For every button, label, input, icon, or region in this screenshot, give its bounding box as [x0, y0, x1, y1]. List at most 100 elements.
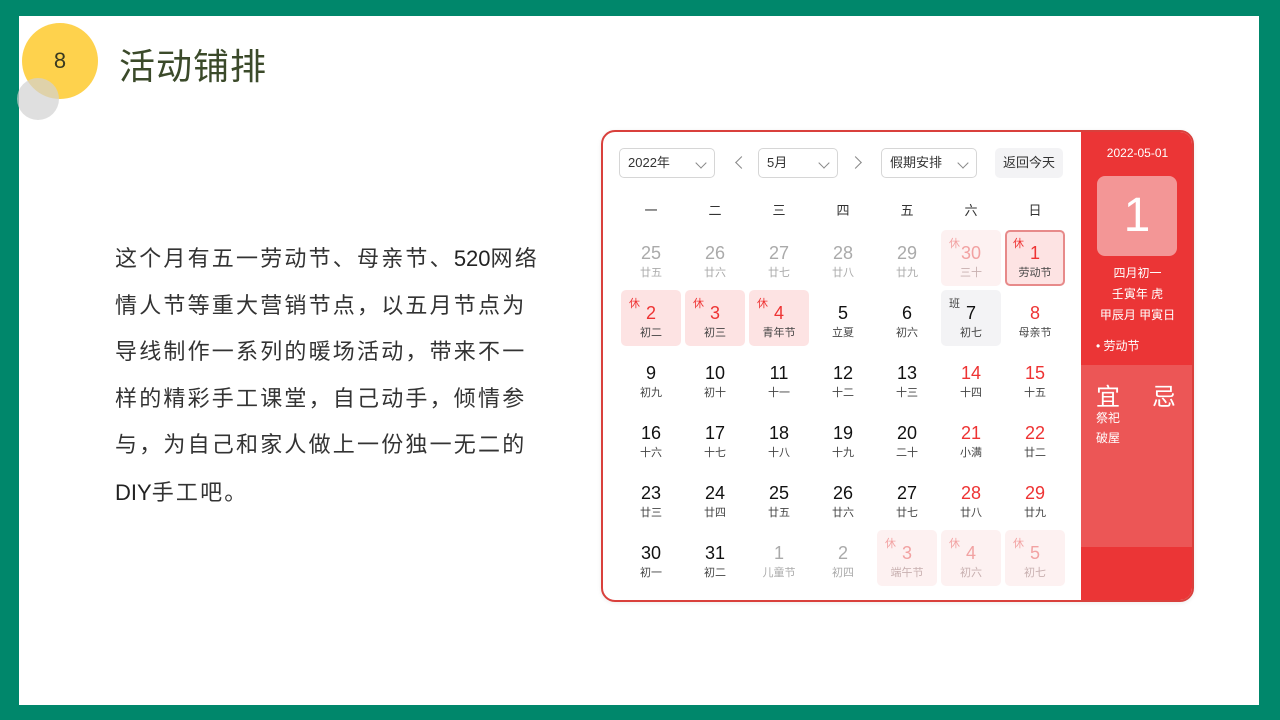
- weekday-label: 六: [964, 203, 978, 218]
- description-paragraph: 这个月有五一劳动节、母亲节、520网络情人节等重大营销节点，以五月节点为导线制作…: [115, 236, 545, 517]
- calendar-day-cell[interactable]: 26 廿六: [813, 470, 873, 526]
- calendar-day-cell[interactable]: 17 十七: [685, 410, 745, 466]
- lunar-day-label: 初一: [640, 567, 662, 579]
- calendar-day-cell[interactable]: 29 廿九: [877, 230, 937, 286]
- month-select[interactable]: 5月: [758, 148, 838, 178]
- calendar-day-cell[interactable]: 休 4 初六: [941, 530, 1001, 586]
- calendar-day-cell[interactable]: 休 2 初二: [621, 290, 681, 346]
- lunar-day-label: 立夏: [832, 327, 854, 339]
- calendar-day-cell[interactable]: 26 廿六: [685, 230, 745, 286]
- day-number: 1: [773, 543, 784, 563]
- day-number: 27: [896, 483, 918, 503]
- lunar-day-label: 三十: [960, 267, 982, 279]
- calendar-day-cell[interactable]: 27 廿七: [877, 470, 937, 526]
- lunar-day-label: 十八: [768, 447, 790, 459]
- holiday-rest-tag: 休: [1013, 238, 1024, 250]
- calendar-day-cell[interactable]: 6 初六: [877, 290, 937, 346]
- calendar-day-cell[interactable]: 2 初四: [813, 530, 873, 586]
- calendar-day-cell[interactable]: 29 廿九: [1005, 470, 1065, 526]
- calendar-day-cell[interactable]: 休 3 初三: [685, 290, 745, 346]
- yi-heading: 宜: [1096, 384, 1120, 411]
- day-number: 9: [645, 363, 656, 383]
- back-to-today-button[interactable]: 返回今天: [995, 148, 1063, 178]
- calendar-day-cell[interactable]: 13 十三: [877, 350, 937, 406]
- calendar-day-cell[interactable]: 19 十九: [813, 410, 873, 466]
- calendar-toolbar: 2022年 5月 假期安排 返回今天: [619, 148, 1069, 178]
- chevron-down-icon: [957, 157, 969, 169]
- lunar-day-label: 廿四: [704, 507, 726, 519]
- holiday-select[interactable]: 假期安排: [881, 148, 977, 178]
- calendar-day-cell[interactable]: 班 7 初七: [941, 290, 1001, 346]
- calendar-day-cell[interactable]: 25 廿五: [621, 230, 681, 286]
- calendar-day-cell[interactable]: 24 廿四: [685, 470, 745, 526]
- holiday-rest-tag: 休: [885, 538, 896, 550]
- day-number: 17: [704, 423, 726, 443]
- lunar-day-label: 廿二: [1024, 447, 1046, 459]
- calendar-day-cell[interactable]: 25 廿五: [749, 470, 809, 526]
- day-number: 5: [837, 303, 848, 323]
- calendar-day-cell[interactable]: 12 十二: [813, 350, 873, 406]
- calendar-day-cell[interactable]: 9 初九: [621, 350, 681, 406]
- paragraph-highlight: 520: [453, 246, 491, 271]
- lunar-day-label: 初六: [896, 327, 918, 339]
- calendar-day-cell[interactable]: 21 小满: [941, 410, 1001, 466]
- ji-heading: 忌: [1152, 384, 1176, 411]
- calendar-day-cell[interactable]: 休 4 青年节: [749, 290, 809, 346]
- day-number: 20: [896, 423, 918, 443]
- calendar-day-cell[interactable]: 23 廿三: [621, 470, 681, 526]
- holiday-rest-tag: 休: [949, 238, 960, 250]
- paragraph-text: 网络情人节等重大营销节点，以五月节点为导线制作一系列的暖场活动，带来不一样的精彩…: [115, 247, 539, 458]
- day-number: 14: [960, 363, 982, 383]
- year-ganzhi: 壬寅年 虎: [1111, 287, 1164, 301]
- year-select[interactable]: 2022年: [619, 148, 715, 178]
- lunar-day-label: 廿六: [832, 507, 854, 519]
- calendar-day-cell[interactable]: 31 初二: [685, 530, 745, 586]
- calendar-day-cell[interactable]: 28 廿八: [941, 470, 1001, 526]
- calendar-day-cell[interactable]: 20 二十: [877, 410, 937, 466]
- calendar-day-cell[interactable]: 28 廿八: [813, 230, 873, 286]
- day-number: 25: [640, 243, 662, 263]
- lunar-day-label: 廿七: [896, 507, 918, 519]
- lunar-day-label: 廿八: [832, 267, 854, 279]
- month-day-ganzhi: 甲辰月 甲寅日: [1099, 308, 1176, 322]
- calendar-widget: 2022年 5月 假期安排 返回今天 一 二 三 四 五 六 日 25 廿五 2…: [601, 130, 1194, 602]
- calendar-day-cell[interactable]: 5 立夏: [813, 290, 873, 346]
- calendar-day-cell[interactable]: 1 儿童节: [749, 530, 809, 586]
- weekday-label: 五: [900, 203, 914, 218]
- lunar-day-label: 廿八: [960, 507, 982, 519]
- calendar-day-cell[interactable]: 休 1 劳动节: [1005, 230, 1065, 286]
- holiday-rest-tag: 休: [629, 298, 640, 310]
- calendar-day-cell[interactable]: 18 十八: [749, 410, 809, 466]
- lunar-day-label: 初三: [704, 327, 726, 339]
- prev-month-icon[interactable]: [735, 156, 748, 169]
- festival-label: • 劳动节: [1096, 339, 1140, 353]
- calendar-day-cell[interactable]: 11 十一: [749, 350, 809, 406]
- lunar-day-label: 儿童节: [762, 567, 796, 579]
- calendar-day-cell[interactable]: 27 廿七: [749, 230, 809, 286]
- lunar-day-label: 廿六: [704, 267, 726, 279]
- lunar-day-label: 廿九: [896, 267, 918, 279]
- day-number: 24: [704, 483, 726, 503]
- calendar-day-cell[interactable]: 15 十五: [1005, 350, 1065, 406]
- lunar-day-label: 十六: [640, 447, 662, 459]
- calendar-day-cell[interactable]: 10 初十: [685, 350, 745, 406]
- selected-date: 2022-05-01: [1106, 146, 1169, 160]
- day-detail-panel: 2022-05-01 1 四月初一 壬寅年 虎 甲辰月 甲寅日 • 劳动节 宜 …: [1081, 132, 1192, 600]
- calendar-day-cell[interactable]: 休 3 端午节: [877, 530, 937, 586]
- weekday-label: 二: [708, 203, 722, 218]
- lunar-day-label: 十三: [896, 387, 918, 399]
- lunar-day-label: 廿七: [768, 267, 790, 279]
- next-month-icon[interactable]: [849, 156, 862, 169]
- calendar-day-cell[interactable]: 16 十六: [621, 410, 681, 466]
- calendar-day-cell[interactable]: 14 十四: [941, 350, 1001, 406]
- calendar-day-cell[interactable]: 休 30 三十: [941, 230, 1001, 286]
- paragraph-text: 手工吧。: [151, 480, 249, 506]
- calendar-day-cell[interactable]: 22 廿二: [1005, 410, 1065, 466]
- day-number: 10: [704, 363, 726, 383]
- calendar-day-cell[interactable]: 休 5 初七: [1005, 530, 1065, 586]
- selected-day-number: 1: [1097, 176, 1177, 256]
- lunar-day-label: 廿三: [640, 507, 662, 519]
- lunar-day-label: 青年节: [762, 327, 796, 339]
- calendar-day-cell[interactable]: 30 初一: [621, 530, 681, 586]
- calendar-day-cell[interactable]: 8 母亲节: [1005, 290, 1065, 346]
